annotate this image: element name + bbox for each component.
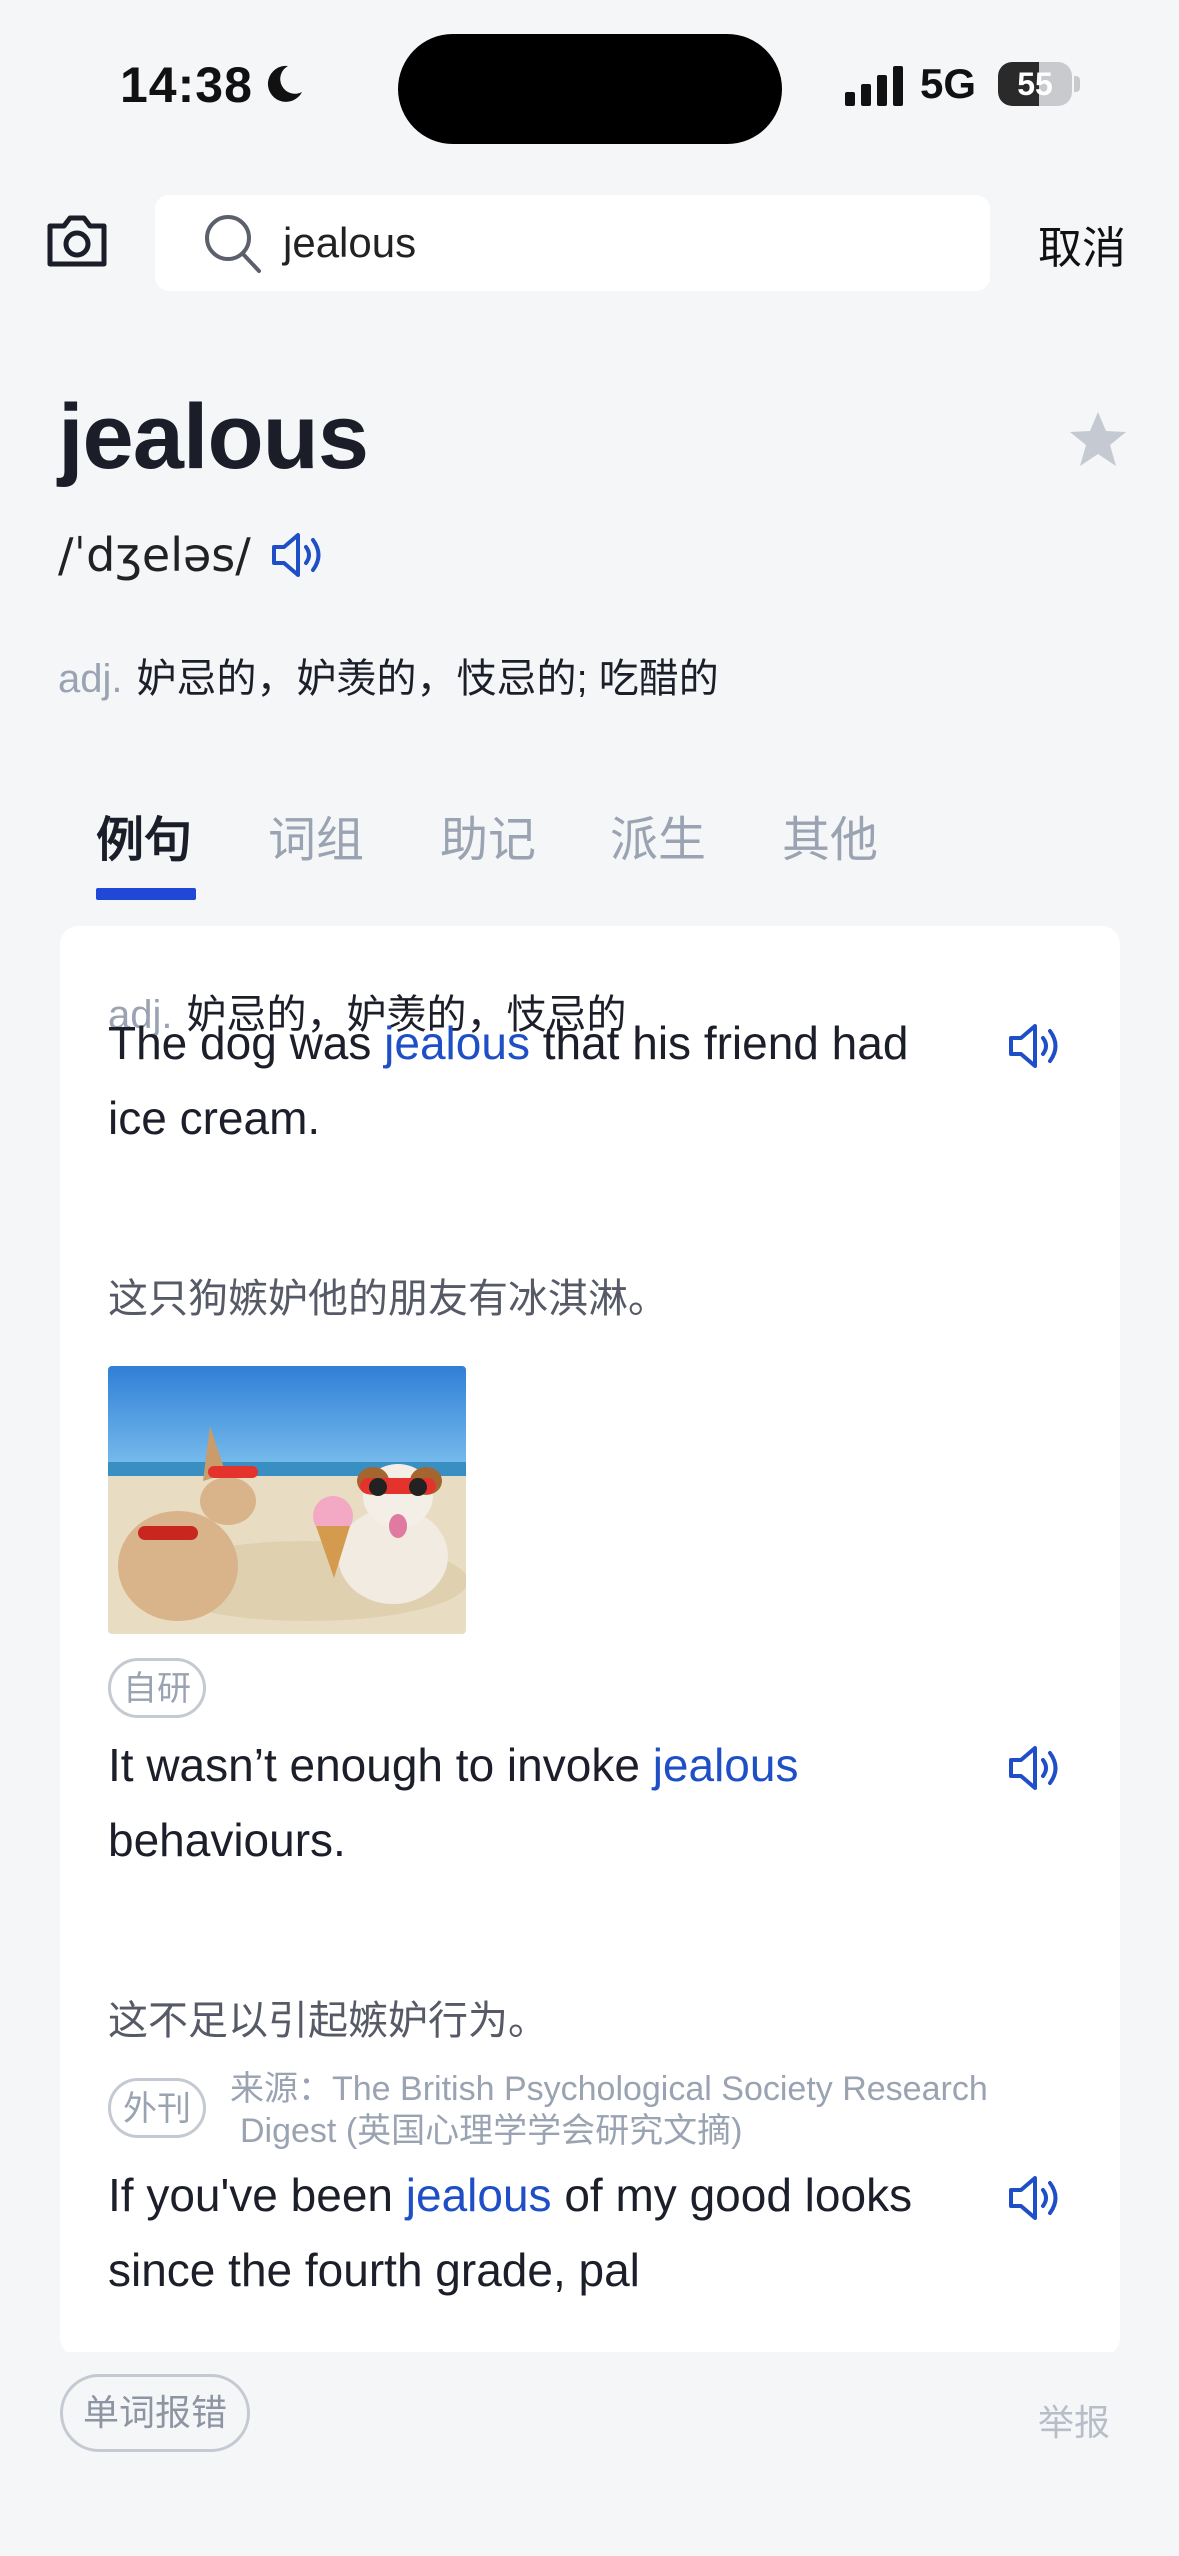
dictionary-page: 14:38 5G 55 jealous 取消 jealous /ˈdʒeləs/… (0, 0, 1179, 2556)
battery-level: 55 (1017, 66, 1053, 102)
camera-icon[interactable] (44, 210, 110, 270)
signal-icon (845, 66, 903, 106)
example-speaker-icon[interactable] (1005, 1016, 1065, 1076)
status-bar: 14:38 5G 55 (0, 0, 1179, 170)
example-text: It wasn’t enough to invoke (108, 1739, 653, 1791)
definition-row: adj. 妒忌的，妒羡的，忮忌的; 吃醋的 (58, 646, 719, 704)
pronounce-speaker-icon[interactable] (268, 525, 328, 585)
search-input[interactable]: jealous (283, 195, 416, 291)
phonetic: /ˈdʒeləs/ (58, 528, 251, 582)
network-label: 5G (920, 60, 977, 107)
tab-phrases[interactable]: 词组 (268, 800, 364, 870)
definition-text: 妒忌的，妒羡的，忮忌的; 吃醋的 (136, 657, 719, 701)
tab-mnemonics[interactable]: 助记 (440, 800, 536, 870)
example-text: behaviours. (108, 1814, 346, 1866)
example-sentence: If you've been jealous of my good looks … (108, 2158, 1008, 2308)
example-translation: 这不足以引起嫉妒行为。 (108, 1999, 548, 2043)
tab-derivatives[interactable]: 派生 (610, 800, 706, 870)
example-keyword: jealous (652, 1739, 799, 1791)
tab-indicator (96, 888, 196, 900)
source-line: Digest (英国心理学学会研究文摘) (240, 2112, 743, 2150)
cancel-button[interactable]: 取消 (1038, 212, 1126, 276)
tab-examples[interactable]: 例句 (96, 800, 192, 870)
battery-icon: 55 (998, 62, 1080, 106)
report-error-button[interactable]: 单词报错 (60, 2374, 251, 2452)
moon-icon (267, 65, 302, 102)
source-tag: 自研 (108, 1658, 206, 1718)
example-text: of my good looks (551, 2169, 913, 2221)
example-text: ice cream. (108, 1092, 321, 1144)
example-keyword: jealous (405, 2169, 552, 2221)
example-speaker-icon[interactable] (1005, 2168, 1065, 2228)
example-sentence: The dog was jealous that his friend had … (108, 1006, 1008, 1156)
search-box[interactable]: jealous (155, 195, 990, 291)
dynamic-island (398, 34, 782, 144)
example-image[interactable] (108, 1366, 466, 1634)
bottom-bar: 单词报错 举报 (0, 2352, 1179, 2556)
example-translation: 这只狗嫉妒他的朋友有冰淇淋。 (108, 1277, 668, 1321)
example-source: 来源：The British Psychological Society Res… (230, 2068, 1110, 2152)
example-keyword: jealous (384, 1017, 530, 1069)
search-icon (205, 215, 261, 273)
example-text: that his friend had (529, 1017, 909, 1069)
status-time: 14:38 (120, 57, 253, 113)
example-text: since the fourth grade, pal (108, 2244, 640, 2296)
part-of-speech: adj. (58, 657, 123, 701)
headword: jealous (58, 386, 369, 488)
example-text: If you've been (108, 2169, 406, 2221)
source-line: 来源：The British Psychological Society Res… (230, 2070, 988, 2108)
favorite-star-icon[interactable] (1066, 408, 1130, 472)
report-button[interactable]: 举报 (1038, 2394, 1110, 2446)
source-tag: 外刊 (108, 2078, 206, 2138)
example-speaker-icon[interactable] (1005, 1738, 1065, 1798)
example-sentence: It wasn’t enough to invoke jealous behav… (108, 1728, 1008, 1878)
tab-others[interactable]: 其他 (782, 800, 878, 870)
example-text: The dog was (108, 1017, 385, 1069)
examples-card: adj. 妒忌的，妒羡的，忮忌的 The dog was jealous that… (60, 926, 1120, 2356)
